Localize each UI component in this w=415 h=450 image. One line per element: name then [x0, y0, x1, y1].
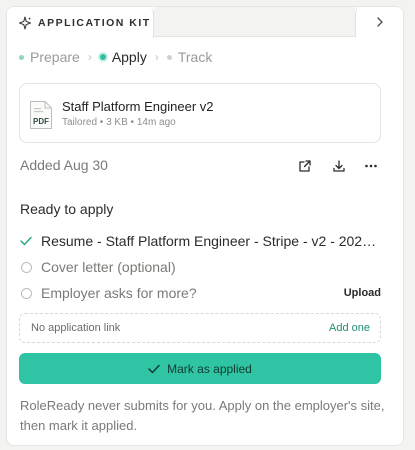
checklist-item-resume[interactable]: Resume - Staff Platform Engineer - Strip… [19, 231, 381, 251]
pdf-label: PDF [33, 117, 49, 126]
sparkle-icon [18, 15, 32, 30]
mark-as-applied-label: Mark as applied [167, 361, 252, 376]
step-dot-upcoming [166, 54, 172, 60]
file-name: Staff Platform Engineer v2 [62, 99, 214, 114]
tab-bar: APPLICATION KIT [7, 7, 403, 38]
footnote: RoleReady never submits for you. Apply o… [20, 398, 385, 433]
no-link-label: No application link [31, 322, 121, 334]
step-dot-done [19, 54, 24, 60]
tab-title: APPLICATION KIT [38, 16, 151, 29]
open-external-button[interactable] [297, 158, 313, 174]
checklist-title: Ready to apply [20, 201, 114, 217]
added-row: Added Aug 30 [19, 157, 381, 177]
chevron-right-icon: › [87, 50, 92, 64]
checklist-item-label: Cover letter (optional) [41, 259, 176, 275]
added-date: Added Aug 30 [20, 157, 108, 173]
resume-file-card[interactable]: PDF Staff Platform Engineer v2 Tailored … [19, 83, 381, 143]
external-link-icon [299, 160, 311, 172]
pdf-file-icon: PDF [30, 101, 52, 129]
step-prepare[interactable]: Prepare [30, 49, 80, 65]
checklist-item-employer-asks: Employer asks for more? Upload [19, 283, 381, 303]
empty-circle-icon [19, 260, 33, 274]
download-icon [333, 160, 345, 172]
application-link-box: No application link Add one [19, 313, 381, 343]
empty-circle-icon [19, 286, 33, 300]
check-icon [148, 364, 160, 373]
chevron-right-icon [376, 17, 383, 27]
checklist-item-label: Employer asks for more? [41, 285, 197, 301]
checklist-item-label: Resume - Staff Platform Engineer - Strip… [41, 233, 377, 249]
upload-button[interactable]: Upload [344, 287, 381, 299]
progress-steps: Prepare › Apply › Track [19, 48, 212, 66]
chevron-right-icon: › [154, 50, 159, 64]
more-options-button[interactable] [363, 158, 379, 174]
mark-as-applied-button[interactable]: Mark as applied [19, 353, 381, 384]
expand-button[interactable] [355, 7, 403, 37]
checklist-item-cover-letter[interactable]: Cover letter (optional) [19, 257, 381, 277]
tab-application-kit[interactable]: APPLICATION KIT [7, 7, 154, 38]
file-meta: Tailored • 3 KB • 14m ago [62, 117, 176, 128]
add-link-button[interactable]: Add one [329, 322, 370, 334]
step-apply[interactable]: Apply [112, 49, 147, 65]
step-track[interactable]: Track [178, 49, 212, 65]
check-icon [19, 234, 33, 248]
step-dot-current [99, 54, 106, 60]
more-icon [365, 164, 377, 168]
tab-bar-background [154, 7, 355, 37]
application-kit-panel: APPLICATION KIT Prepare › Apply › Track … [6, 6, 404, 446]
download-button[interactable] [331, 158, 347, 174]
